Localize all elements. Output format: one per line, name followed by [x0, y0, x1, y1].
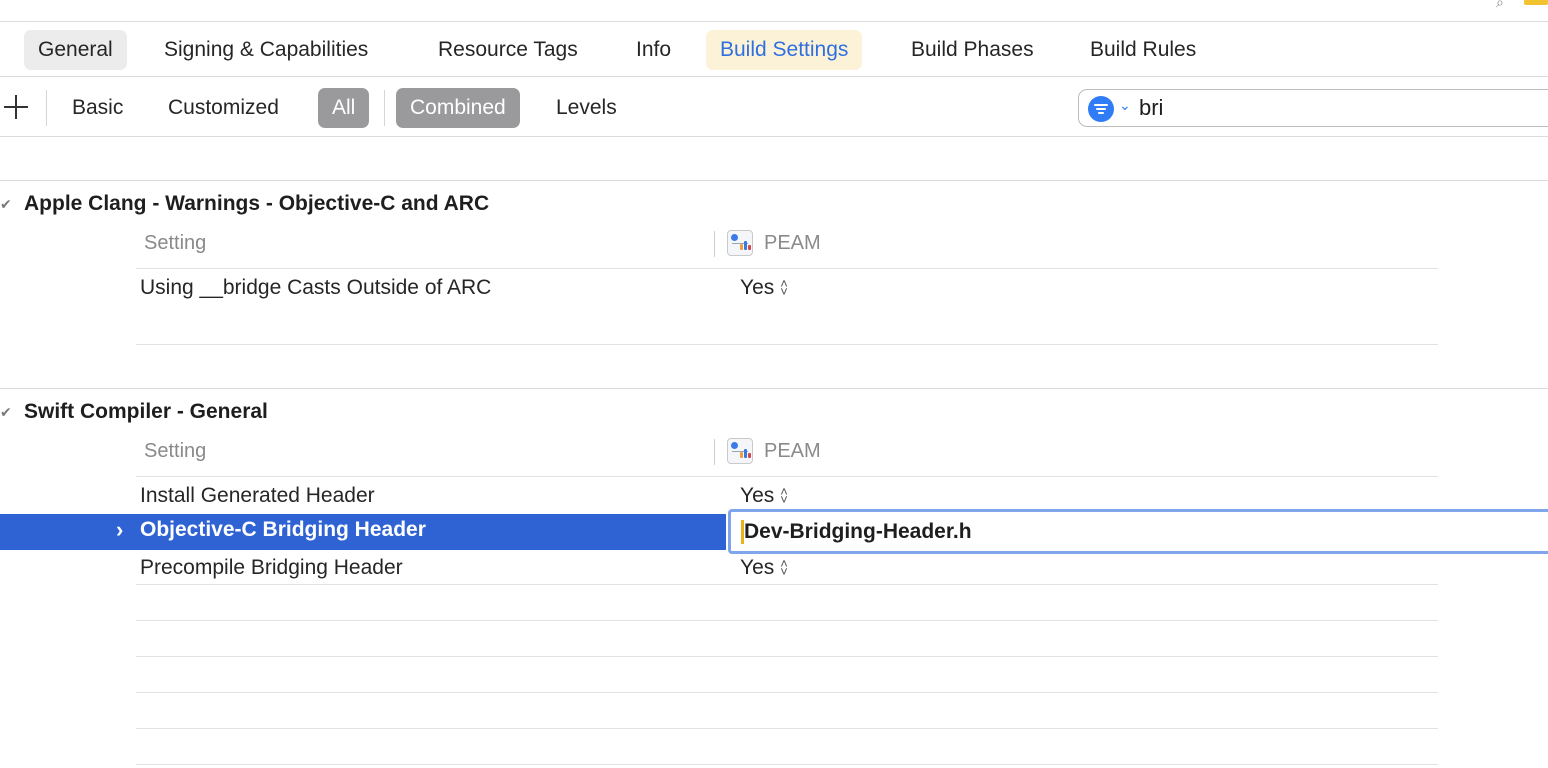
tab-signing-capabilities[interactable]: Signing & Capabilities	[150, 30, 382, 70]
view-combined[interactable]: Combined	[396, 88, 520, 128]
toolbar-divider	[384, 90, 385, 126]
column-header-setting: Setting	[144, 232, 207, 254]
tab-info[interactable]: Info	[622, 30, 685, 70]
scope-basic[interactable]: Basic	[58, 88, 137, 128]
tab-bar-separator	[0, 76, 1548, 77]
target-app-icon	[727, 438, 753, 464]
tab-general[interactable]: General	[24, 30, 127, 70]
tab-build-settings[interactable]: Build Settings	[706, 30, 863, 70]
up-down-chevron-icon: ˄ ˅	[780, 276, 788, 300]
column-divider	[714, 231, 715, 257]
column-header-setting: Setting	[144, 440, 207, 462]
setting-value: Yes	[740, 556, 775, 579]
setting-value-popup[interactable]: Yes ˄ ˅	[740, 276, 788, 300]
chevron-down-icon[interactable]: ⌄	[1119, 97, 1131, 114]
scope-customized[interactable]: Customized	[154, 88, 293, 128]
column-header-target: PEAM	[764, 440, 821, 462]
view-levels[interactable]: Levels	[542, 88, 631, 128]
checkmark-icon[interactable]: ✔	[0, 404, 12, 421]
tab-build-rules[interactable]: Build Rules	[1076, 30, 1210, 70]
window-top-separator	[0, 21, 1548, 22]
warning-badge-icon	[1524, 0, 1548, 5]
setting-name[interactable]: Install Generated Header	[140, 484, 375, 508]
row-separator	[136, 728, 1438, 729]
filter-bar-separator	[0, 136, 1548, 137]
setting-value-text[interactable]: Dev-Bridging-Header.h	[741, 520, 972, 544]
setting-name[interactable]: Precompile Bridging Header	[140, 556, 403, 580]
setting-name[interactable]: Using __bridge Casts Outside of ARC	[140, 276, 491, 300]
chevron-right-icon[interactable]: ›	[116, 517, 123, 543]
plus-icon[interactable]	[4, 92, 28, 122]
column-header-target: PEAM	[764, 232, 821, 254]
tab-resource-tags[interactable]: Resource Tags	[424, 30, 592, 70]
row-separator	[136, 764, 1438, 765]
row-separator	[136, 656, 1438, 657]
header-separator	[136, 268, 1438, 269]
checkmark-icon[interactable]: ✔	[0, 196, 12, 213]
target-app-icon	[727, 230, 753, 256]
filter-icon[interactable]	[1088, 96, 1114, 122]
toolbar-divider	[46, 90, 47, 126]
section-separator	[0, 388, 1548, 389]
search-field[interactable]: ⌄	[1078, 89, 1548, 127]
tab-build-phases[interactable]: Build Phases	[897, 30, 1048, 70]
row-separator	[136, 584, 1438, 585]
search-input[interactable]	[1139, 90, 1529, 126]
column-divider	[714, 439, 715, 465]
up-down-chevron-icon: ˄ ˅	[780, 484, 788, 508]
row-separator	[136, 620, 1438, 621]
section-separator	[0, 180, 1548, 181]
header-separator	[136, 476, 1438, 477]
row-separator	[136, 344, 1438, 345]
section-title[interactable]: Swift Compiler - General	[24, 400, 268, 424]
setting-value: Yes	[740, 276, 775, 299]
up-down-chevron-icon: ˄ ˅	[780, 556, 788, 580]
setting-value-popup[interactable]: Yes ˄ ˅	[740, 556, 788, 580]
setting-name[interactable]: Objective-C Bridging Header	[140, 518, 426, 542]
search-icon: ⌕	[1496, 0, 1504, 10]
setting-value: Yes	[740, 484, 775, 507]
section-title[interactable]: Apple Clang - Warnings - Objective-C and…	[24, 192, 489, 216]
setting-value-popup[interactable]: Yes ˄ ˅	[740, 484, 788, 508]
row-separator	[136, 692, 1438, 693]
setting-value-editor[interactable]: Dev-Bridging-Header.h	[728, 509, 1548, 554]
scope-all[interactable]: All	[318, 88, 370, 128]
